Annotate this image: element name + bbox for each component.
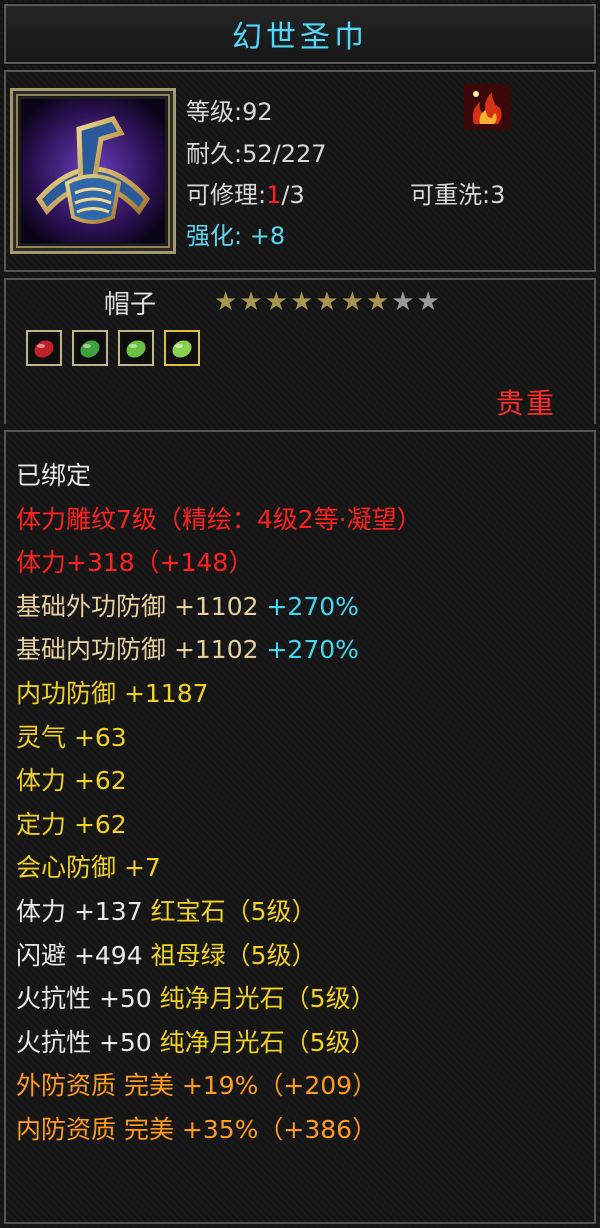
stat-text: 内功防御 +1187	[16, 678, 209, 708]
stat-text: 已绑定	[16, 461, 92, 490]
stat-text: 定力 +62	[16, 809, 127, 839]
star-filled-icon: ★	[264, 287, 288, 317]
stats-list: 已绑定体力雕纹7级（精绘：4级2等·凝望） 体力+318（+148） 基础外功防御 …	[16, 454, 422, 1152]
stat-text: +270%	[266, 635, 359, 665]
stat-line: 基础内功防御 +1102 +270%	[16, 628, 422, 672]
stat-line: 内功防御 +1187	[16, 672, 422, 716]
repair-prefix: 可修理:	[186, 181, 267, 209]
ruby-gem-icon	[31, 335, 57, 361]
title-bar: 幻世圣巾	[3, 3, 597, 65]
repair-total: /3	[281, 181, 305, 209]
stat-line: 火抗性 +50 纯净月光石（5级）	[16, 977, 422, 1021]
item-enhance: 强化: +8	[186, 222, 286, 250]
stat-line: 火抗性 +50 纯净月光石（5级）	[16, 1021, 422, 1065]
item-rewash: 可重洗:3	[410, 181, 506, 209]
star-filled-icon: ★	[214, 287, 238, 317]
stat-line: 体力 +62	[16, 759, 422, 803]
stat-text: 基础内功防御 +1102	[16, 635, 267, 665]
stat-line: 已绑定	[16, 454, 422, 498]
stat-line: 体力雕纹7级（精绘：4级2等·凝望）	[16, 498, 422, 542]
stat-text: 体力 +62	[16, 766, 127, 796]
headband-icon	[21, 99, 165, 243]
star-filled-icon: ★	[315, 287, 339, 317]
item-title: 幻世圣巾	[232, 20, 368, 55]
star-filled-icon: ★	[239, 287, 263, 317]
item-type: 帽子	[104, 290, 157, 320]
stat-text: 火抗性 +50	[16, 984, 160, 1014]
repair-used: 1	[266, 181, 282, 209]
moonstone-gem-icon	[123, 335, 149, 361]
stat-line: 外防资质 完美 +19%（+209）	[16, 1064, 422, 1108]
stat-text: 红宝石（5级）	[150, 896, 317, 926]
stat-line: 定力 +62	[16, 803, 422, 847]
moonstone-gem-icon	[169, 335, 195, 361]
stat-text: 内防资质 完美 +35%（+386）	[16, 1114, 378, 1144]
stat-text: 灵气 +63	[16, 722, 127, 752]
gem-slot[interactable]	[26, 330, 62, 366]
stat-line: 灵气 +63	[16, 716, 422, 760]
star-empty-icon: ★	[416, 287, 440, 317]
star-rating: ★ ★ ★ ★ ★ ★ ★ ★ ★	[214, 288, 440, 316]
stat-line: 闪避 +494 祖母绿（5级）	[16, 934, 422, 978]
stat-text: 基础外功防御 +1102	[16, 591, 267, 621]
stat-text: 纯净月光石（5级）	[159, 984, 376, 1014]
star-filled-icon: ★	[365, 287, 390, 317]
rarity-label: 贵重	[496, 387, 557, 420]
gem-slots	[26, 330, 200, 366]
item-repair: 可修理:1/3	[186, 175, 305, 210]
item-durability: 耐久:52/227	[186, 140, 327, 168]
star-filled-icon: ★	[289, 287, 314, 317]
stat-text: 纯净月光石（5级）	[159, 1027, 376, 1057]
stat-text: 闪避 +494	[16, 940, 151, 970]
stat-text: 会心防御 +7	[16, 853, 161, 883]
stat-line: 体力+318（+148）	[16, 541, 422, 585]
stat-text: 外防资质 完美 +19%（+209）	[16, 1071, 378, 1101]
stat-text: 体力雕纹7级（精绘：4级2等·凝望）	[16, 504, 422, 534]
star-filled-icon: ★	[340, 287, 364, 317]
gem-slot[interactable]	[118, 330, 154, 366]
stat-text: 体力 +137	[16, 896, 151, 926]
item-tooltip-panel: 幻世圣巾 等级:92 耐久:52/227 可修理:1/3 可重洗:3 强化: +…	[0, 0, 600, 1228]
star-empty-icon: ★	[391, 287, 415, 317]
item-level: 等级:92	[186, 98, 273, 126]
gem-slot[interactable]	[164, 330, 200, 366]
stat-line: 体力 +137 红宝石（5级）	[16, 890, 422, 934]
stat-line: 会心防御 +7	[16, 846, 422, 890]
stat-text: 体力+318（+148）	[16, 548, 254, 578]
stat-text: 火抗性 +50	[16, 1027, 160, 1057]
item-icon-frame	[10, 88, 176, 254]
gem-slot[interactable]	[72, 330, 108, 366]
stat-text: +270%	[266, 591, 359, 621]
emerald-gem-icon	[77, 335, 103, 361]
stat-text: 祖母绿（5级）	[150, 940, 317, 970]
stat-line: 基础外功防御 +1102 +270%	[16, 585, 422, 629]
flame-badge-icon	[464, 84, 510, 130]
stat-line: 内防资质 完美 +35%（+386）	[16, 1108, 422, 1152]
